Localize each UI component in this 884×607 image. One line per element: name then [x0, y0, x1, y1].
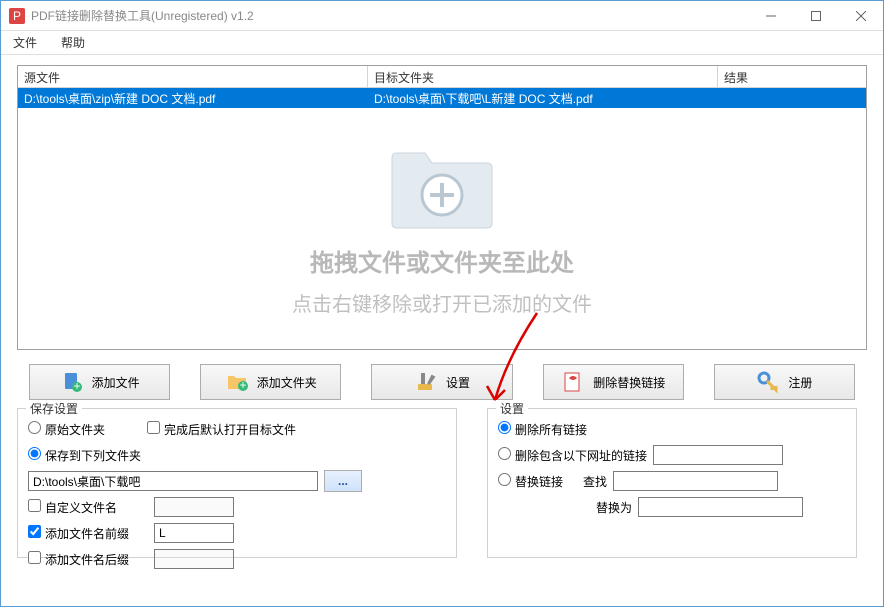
drop-hint: 拖拽文件或文件夹至此处 点击右键移除或打开已添加的文件 — [18, 111, 866, 349]
file-list[interactable]: 源文件 目标文件夹 结果 D:\tools\桌面\zip\新建 DOC 文档.p… — [17, 65, 867, 350]
add-folder-label: 添加文件夹 — [257, 374, 317, 391]
drop-text-2: 点击右键移除或打开已添加的文件 — [292, 288, 592, 317]
menu-help[interactable]: 帮助 — [57, 32, 89, 53]
add-folder-icon: + — [225, 370, 249, 394]
original-folder-radio[interactable]: 原始文件夹 — [28, 421, 105, 438]
delete-url-radio[interactable]: 删除包含以下网址的链接 — [498, 447, 647, 464]
folder-plus-icon — [387, 143, 497, 233]
col-target[interactable]: 目标文件夹 — [368, 66, 718, 87]
close-button[interactable] — [838, 1, 883, 30]
link-settings-group: 设置 删除所有链接 删除包含以下网址的链接 替换链接 查找 — [487, 408, 857, 558]
custom-name-input[interactable] — [154, 497, 234, 517]
settings-icon — [414, 370, 438, 394]
add-file-icon: + — [60, 370, 84, 394]
suffix-input[interactable] — [154, 549, 234, 569]
register-button[interactable]: 注册 — [714, 364, 855, 400]
register-label: 注册 — [788, 374, 812, 391]
browse-button[interactable]: ... — [324, 470, 362, 492]
col-source[interactable]: 源文件 — [18, 66, 368, 87]
save-settings-group: 保存设置 原始文件夹 完成后默认打开目标文件 保存到下列文件夹 ... 自定义文… — [17, 408, 457, 558]
key-icon — [756, 370, 780, 394]
minimize-button[interactable] — [748, 1, 793, 30]
link-group-title: 设置 — [496, 400, 528, 417]
cell-target: D:\tools\桌面\下载吧\L新建 DOC 文档.pdf — [368, 88, 718, 108]
delete-replace-label: 删除替换链接 — [593, 374, 665, 391]
svg-text:+: + — [239, 378, 246, 392]
add-folder-button[interactable]: + 添加文件夹 — [200, 364, 341, 400]
app-icon: P — [9, 8, 25, 24]
save-group-title: 保存设置 — [26, 400, 82, 417]
add-suffix-checkbox[interactable]: 添加文件名后缀 — [28, 551, 148, 568]
replace-link-radio[interactable]: 替换链接 — [498, 473, 563, 490]
cell-source: D:\tools\桌面\zip\新建 DOC 文档.pdf — [18, 88, 368, 108]
drop-text-1: 拖拽文件或文件夹至此处 — [310, 243, 574, 278]
toolbar: + 添加文件 + 添加文件夹 设置 删除替换链接 注册 — [17, 364, 867, 400]
custom-name-checkbox[interactable]: 自定义文件名 — [28, 499, 148, 516]
find-input[interactable] — [613, 471, 778, 491]
add-file-button[interactable]: + 添加文件 — [29, 364, 170, 400]
col-result[interactable]: 结果 — [718, 66, 866, 87]
pdf-link-icon — [561, 370, 585, 394]
prefix-input[interactable] — [154, 523, 234, 543]
delete-all-radio[interactable]: 删除所有链接 — [498, 421, 587, 438]
save-to-folder-radio[interactable]: 保存到下列文件夹 — [28, 447, 141, 464]
menubar: 文件 帮助 — [1, 31, 883, 55]
table-row[interactable]: D:\tools\桌面\zip\新建 DOC 文档.pdf D:\tools\桌… — [18, 88, 866, 108]
menu-file[interactable]: 文件 — [9, 32, 41, 53]
svg-text:P: P — [13, 9, 21, 23]
open-after-checkbox[interactable]: 完成后默认打开目标文件 — [147, 421, 296, 438]
find-label: 查找 — [583, 473, 607, 490]
replace-with-label: 替换为 — [596, 499, 632, 516]
settings-label: 设置 — [446, 374, 470, 391]
add-prefix-checkbox[interactable]: 添加文件名前缀 — [28, 525, 148, 542]
save-path-input[interactable] — [28, 471, 318, 491]
delete-replace-button[interactable]: 删除替换链接 — [543, 364, 684, 400]
svg-text:+: + — [73, 379, 80, 393]
add-file-label: 添加文件 — [92, 374, 140, 391]
titlebar: P PDF链接删除替换工具(Unregistered) v1.2 — [1, 1, 883, 31]
window-title: PDF链接删除替换工具(Unregistered) v1.2 — [31, 7, 748, 24]
replace-with-input[interactable] — [638, 497, 803, 517]
maximize-button[interactable] — [793, 1, 838, 30]
settings-button[interactable]: 设置 — [371, 364, 512, 400]
cell-result — [718, 88, 866, 108]
delete-url-input[interactable] — [653, 445, 783, 465]
